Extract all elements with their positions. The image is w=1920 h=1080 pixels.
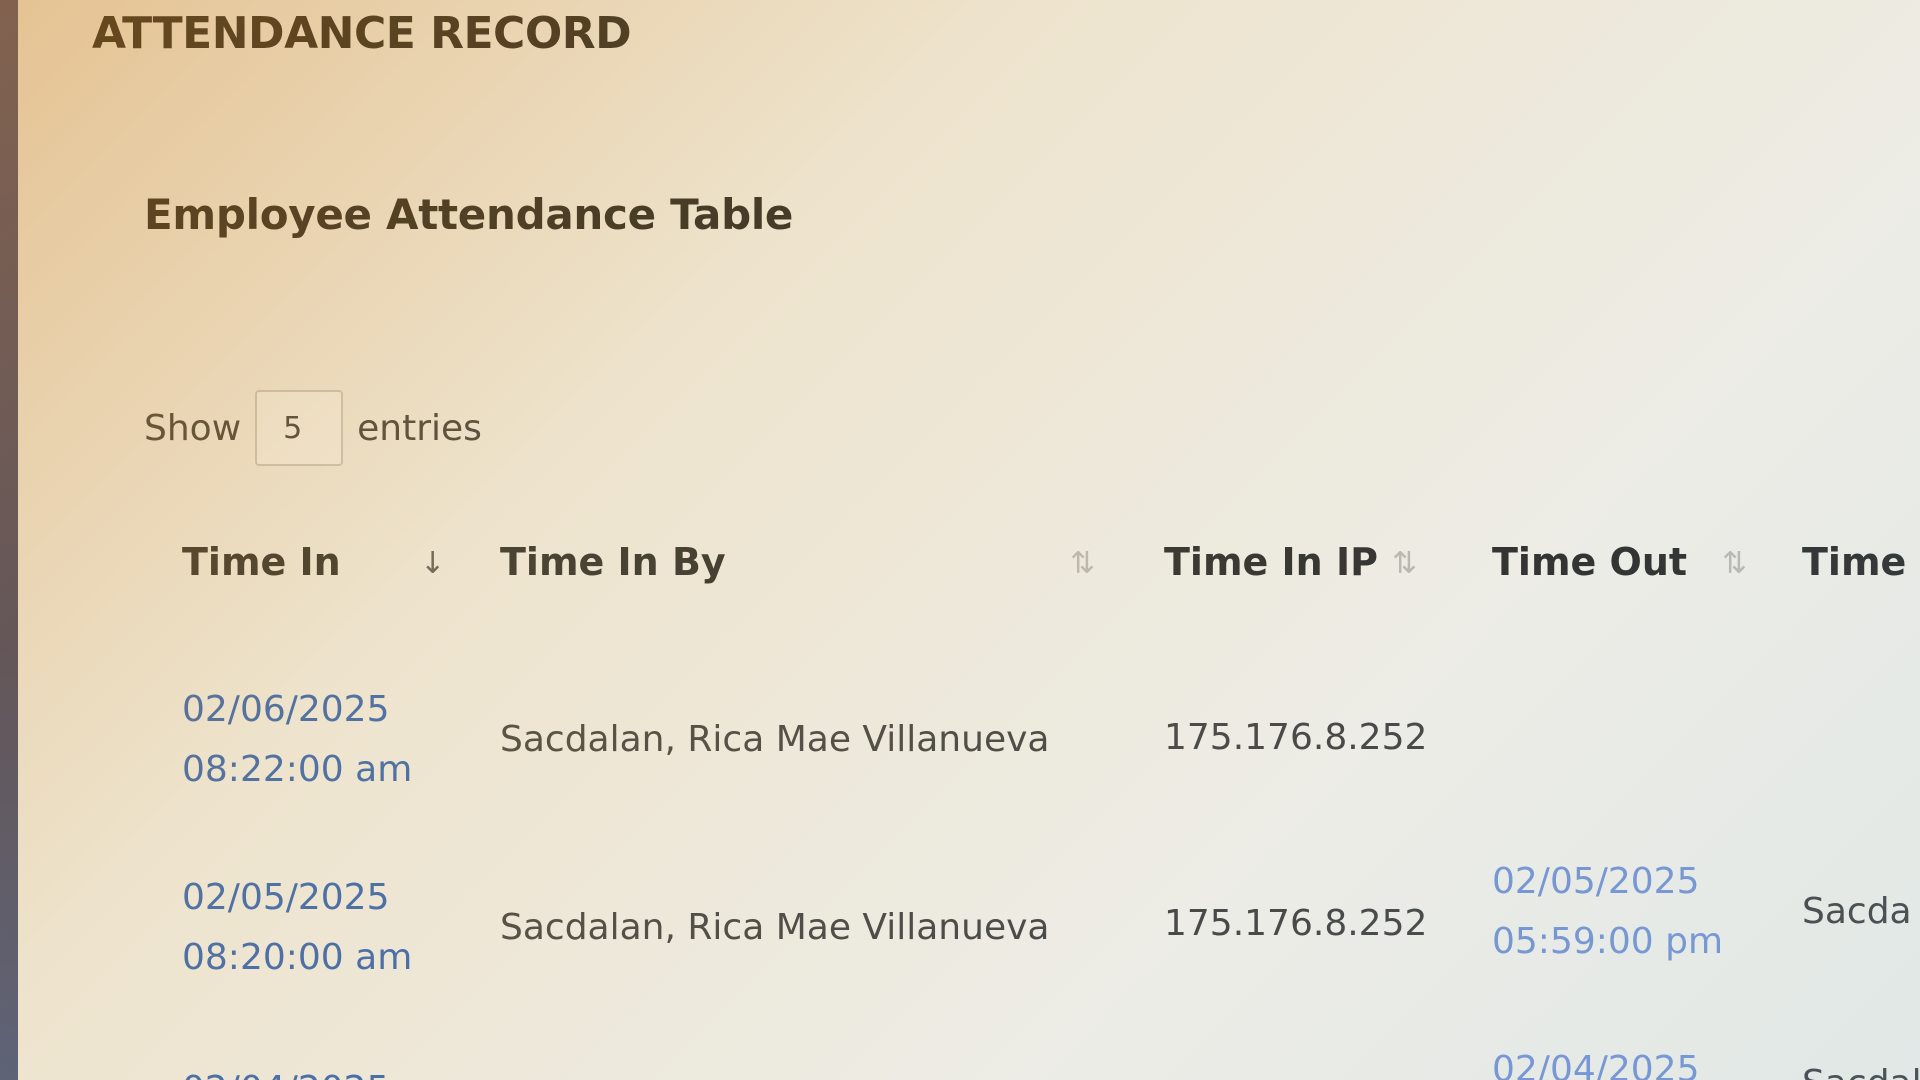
time-in-date: 02/05/2025 [182,877,390,918]
column-header-time-in[interactable]: Time In [182,540,341,584]
table-header: Time In ↓ Time In By ⇅ Time In IP ⇅ Time… [182,540,1920,610]
entries-per-page-value: 5 [283,410,303,446]
time-in-date: 02/04/2025 [182,1060,390,1080]
time-in-date: 02/06/2025 [182,689,390,730]
time-out-date: 02/05/2025 [1492,861,1700,902]
column-header-time-in-ip[interactable]: Time In IP [1164,540,1378,584]
attendance-table: Time In ↓ Time In By ⇅ Time In IP ⇅ Time… [182,540,1920,1080]
sort-icon[interactable]: ⇅ [1392,546,1417,581]
show-label: Show [144,407,242,449]
time-in-cell[interactable]: 02/05/2025 08:20:00 am [182,868,412,988]
time-out-by-cell: Sacdal [1802,1054,1920,1080]
time-in-time: 08:20:00 am [182,937,413,978]
sort-desc-icon[interactable]: ↓ [420,546,445,581]
column-header-time-out[interactable]: Time Out [1492,540,1687,584]
column-header-time-in-by[interactable]: Time In By [500,540,726,584]
time-in-by-cell: Sacdalan, Rica Mae Villanueva [500,907,1050,948]
sidebar-edge [0,0,18,1080]
time-out-by-cell: Sacda [1802,891,1912,932]
entries-per-page-select[interactable]: 5 [255,390,344,466]
time-in-by-cell: Sacdalan, Rica Mae Villanueva [500,719,1050,760]
card-title: Employee Attendance Table [144,190,794,239]
time-in-cell[interactable]: 02/04/2025 [182,1060,390,1080]
entries-label: entries [357,407,482,449]
time-out-cell[interactable]: 02/05/2025 05:59:00 pm [1492,852,1723,972]
page-title: ATTENDANCE RECORD [92,8,632,59]
show-entries-control: Show 5 entries [144,388,482,468]
time-in-time: 08:22:00 am [182,749,413,790]
sort-icon[interactable]: ⇅ [1070,546,1095,581]
time-out-time: 05:59:00 pm [1492,921,1724,962]
time-in-cell[interactable]: 02/06/2025 08:22:00 am [182,680,412,800]
time-out-cell[interactable]: 02/04/2025 [1492,1040,1700,1080]
sort-icon[interactable]: ⇅ [1722,546,1747,581]
time-out-date: 02/04/2025 [1492,1049,1700,1080]
column-header-time-out-by[interactable]: Time O [1802,540,1920,584]
time-in-ip-cell: 175.176.8.252 [1164,717,1428,758]
time-in-ip-cell: 175.176.8.252 [1164,903,1428,944]
